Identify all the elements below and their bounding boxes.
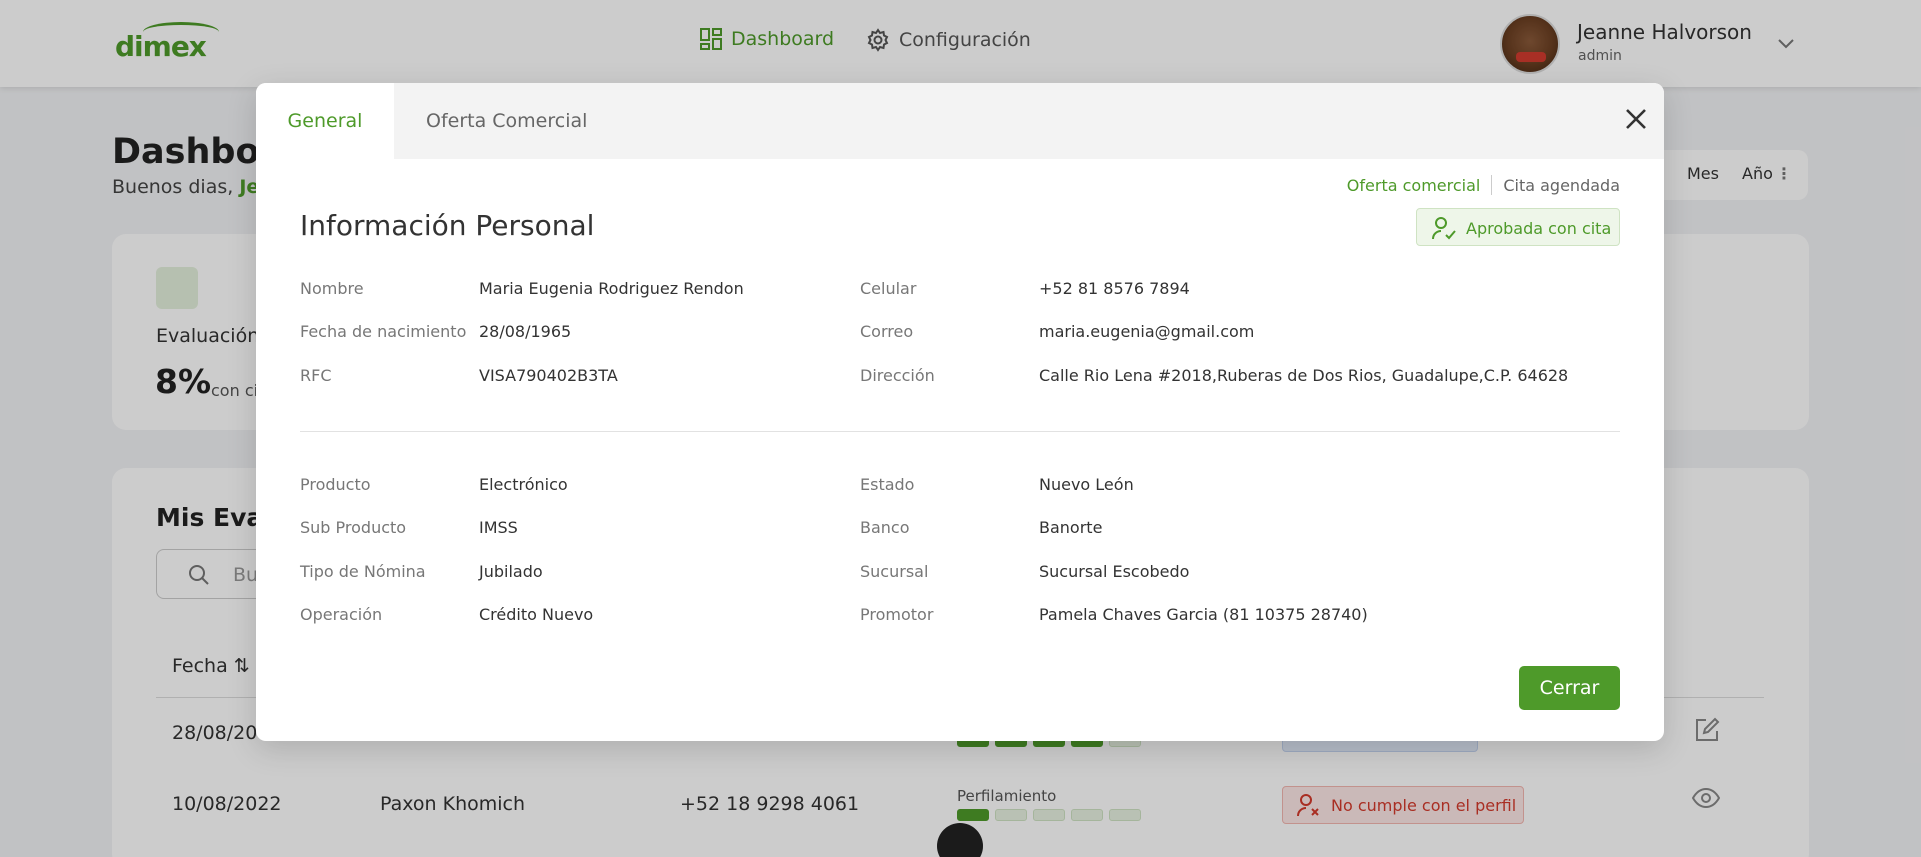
- label-sub-producto: Sub Producto: [300, 518, 407, 537]
- label-correo: Correo: [860, 322, 914, 341]
- status-badge-approved: Aprobada con cita: [1416, 208, 1620, 246]
- close-button[interactable]: Cerrar: [1519, 666, 1620, 710]
- label-promotor: Promotor: [860, 605, 934, 624]
- value-correo: maria.eugenia@gmail.com: [1039, 322, 1255, 341]
- value-estado: Nuevo León: [1039, 475, 1134, 494]
- section-divider: [300, 431, 1620, 432]
- status-link-cita[interactable]: Cita agendada: [1503, 176, 1620, 195]
- value-rfc: VISA790402B3TA: [479, 366, 618, 385]
- label-operacion: Operación: [300, 605, 383, 624]
- label-estado: Estado: [860, 475, 915, 494]
- value-promotor: Pamela Chaves Garcia (81 10375 28740): [1039, 605, 1368, 624]
- user-check-icon: [1432, 217, 1456, 240]
- value-tipo-nomina: Jubilado: [479, 562, 543, 581]
- value-direccion: Calle Rio Lena #2018,Ruberas de Dos Rios…: [1039, 366, 1569, 385]
- value-sub-producto: IMSS: [479, 518, 518, 537]
- value-producto: Electrónico: [479, 475, 568, 494]
- label-celular: Celular: [860, 279, 917, 298]
- tab-oferta-comercial[interactable]: Oferta Comercial: [426, 83, 587, 159]
- detail-modal: General Oferta Comercial Oferta comercia…: [256, 83, 1664, 741]
- tab-general[interactable]: General: [256, 83, 394, 159]
- divider: [1491, 175, 1493, 195]
- label-rfc: RFC: [300, 366, 332, 385]
- label-sucursal: Sucursal: [860, 562, 929, 581]
- label-banco: Banco: [860, 518, 910, 537]
- section-title: Información Personal: [300, 209, 595, 242]
- value-celular: +52 81 8576 7894: [1039, 279, 1190, 298]
- value-fecha-nacimiento: 28/08/1965: [479, 322, 572, 341]
- label-direccion: Dirección: [860, 366, 935, 385]
- value-nombre: Maria Eugenia Rodriguez Rendon: [479, 279, 744, 298]
- status-links: Oferta comercial Cita agendada: [1347, 175, 1620, 195]
- value-operacion: Crédito Nuevo: [479, 605, 594, 624]
- modal-tab-bar: General Oferta Comercial: [256, 83, 1664, 159]
- close-icon[interactable]: [1623, 106, 1649, 132]
- label-tipo-nomina: Tipo de Nómina: [300, 562, 426, 581]
- value-banco: Banorte: [1039, 518, 1103, 537]
- label-producto: Producto: [300, 475, 371, 494]
- label-nombre: Nombre: [300, 279, 364, 298]
- label-fecha-nacimiento: Fecha de nacimiento: [300, 322, 467, 341]
- status-link-oferta[interactable]: Oferta comercial: [1347, 176, 1481, 195]
- value-sucursal: Sucursal Escobedo: [1039, 562, 1190, 581]
- status-badge-label: Aprobada con cita: [1466, 219, 1612, 238]
